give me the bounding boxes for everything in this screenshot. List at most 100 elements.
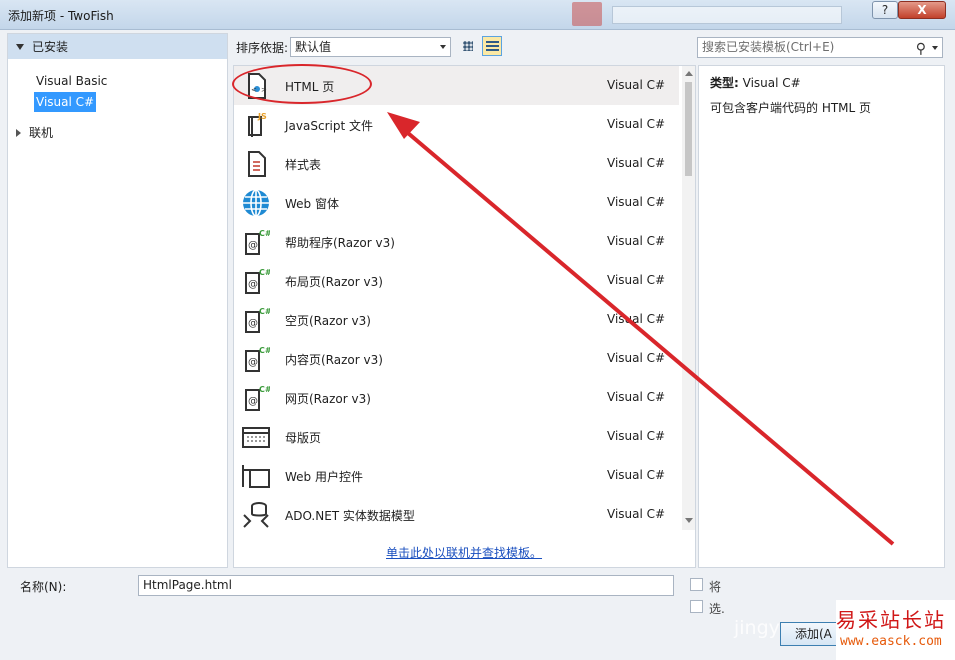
template-name: 布局页(Razor v3): [285, 275, 383, 289]
razor-cs-icon: @C#: [242, 345, 272, 373]
sort-value: 默认值: [295, 40, 332, 54]
template-list: < > HTML 页 Visual C# JS JavaScript 文件 Vis…: [233, 65, 696, 568]
type-label: 类型:: [710, 76, 739, 90]
svg-text:@: @: [248, 318, 258, 329]
background-search-ghost: [612, 6, 842, 24]
find-templates-online-link[interactable]: 单击此处以联机并查找模板。: [386, 544, 542, 561]
template-row[interactable]: 样式表 Visual C#: [234, 144, 679, 183]
checkbox-1-label: 将: [709, 580, 722, 594]
checkbox-2-label: 选.: [709, 602, 725, 616]
file-name-input[interactable]: HtmlPage.html: [138, 575, 674, 596]
help-button[interactable]: ?: [872, 1, 898, 19]
template-language: Visual C#: [607, 390, 666, 404]
list-view-button[interactable]: [482, 36, 502, 56]
svg-text:@: @: [248, 396, 258, 407]
svg-text:C#: C#: [259, 229, 270, 238]
template-language: Visual C#: [607, 117, 666, 131]
expand-triangle-icon: [16, 128, 21, 137]
master-page-icon: [242, 423, 270, 451]
scrollbar-thumb[interactable]: [685, 82, 692, 176]
template-row[interactable]: @C# 布局页(Razor v3) Visual C#: [234, 261, 679, 300]
template-name: 内容页(Razor v3): [285, 353, 383, 367]
template-row[interactable]: < > HTML 页 Visual C#: [234, 66, 679, 105]
template-row[interactable]: @C# 网页(Razor v3) Visual C#: [234, 378, 679, 417]
chevron-down-icon: [440, 45, 446, 49]
template-row[interactable]: @C# 帮助程序(Razor v3) Visual C#: [234, 222, 679, 261]
template-name: 空页(Razor v3): [285, 314, 371, 328]
svg-text:@: @: [248, 279, 258, 290]
checkbox-2[interactable]: [690, 600, 703, 613]
svg-text:C#: C#: [259, 268, 270, 277]
template-row[interactable]: Web 用户控件 Visual C#: [234, 456, 679, 495]
svg-text:C#: C#: [259, 385, 270, 394]
close-button[interactable]: X: [898, 1, 946, 19]
svg-text:>: >: [261, 86, 267, 94]
template-description: 可包含客户端代码的 HTML 页: [710, 101, 872, 115]
jingyan-watermark: jingy: [734, 617, 780, 639]
razor-cs-icon: @C#: [242, 267, 272, 295]
category-tree: 已安装 Visual Basic Visual C# 联机: [7, 33, 228, 568]
template-name: HTML 页: [285, 80, 335, 94]
template-language: Visual C#: [607, 312, 666, 326]
list-view-icon: [486, 41, 499, 52]
template-name: Web 用户控件: [285, 470, 363, 484]
svg-text:JS: JS: [257, 112, 267, 121]
template-language: Visual C#: [607, 195, 666, 209]
razor-cs-icon: @C#: [242, 306, 272, 334]
search-options-chevron-icon[interactable]: [932, 46, 938, 50]
user-control-icon: [242, 462, 270, 490]
razor-cs-icon: @C#: [242, 384, 272, 412]
scroll-down-arrow-icon[interactable]: [685, 518, 693, 523]
tree-item-online[interactable]: 联机: [16, 124, 53, 141]
template-language: Visual C#: [607, 507, 666, 521]
stylesheet-icon: [242, 150, 270, 178]
entity-model-icon: [242, 501, 270, 529]
svg-text:C#: C#: [259, 346, 270, 355]
template-row[interactable]: JS JavaScript 文件 Visual C#: [234, 105, 679, 144]
template-name: Web 窗体: [285, 197, 339, 211]
template-row[interactable]: @C# 空页(Razor v3) Visual C#: [234, 300, 679, 339]
template-name: 样式表: [285, 158, 322, 172]
template-language: Visual C#: [607, 78, 666, 92]
installed-header[interactable]: 已安装: [8, 34, 227, 59]
globe-icon: [242, 189, 270, 217]
type-value: Visual C#: [742, 76, 801, 90]
template-row[interactable]: @C# 内容页(Razor v3) Visual C#: [234, 339, 679, 378]
template-list-scrollbar[interactable]: [682, 66, 695, 530]
template-language: Visual C#: [607, 234, 666, 248]
add-new-item-dialog: 已安装 Visual Basic Visual C# 联机 排序依据: 默认值 …: [0, 30, 955, 660]
template-language: Visual C#: [607, 273, 666, 287]
html-page-icon: < >: [242, 72, 270, 100]
template-row[interactable]: Web 窗体 Visual C#: [234, 183, 679, 222]
site-watermark: 易采站长站 www.easck.com: [836, 600, 955, 660]
javascript-file-icon: JS: [242, 111, 270, 139]
template-language: Visual C#: [607, 156, 666, 170]
tree-item-visual-basic[interactable]: Visual Basic: [34, 71, 109, 91]
medium-icons-view-button[interactable]: [458, 36, 478, 56]
svg-text:<: <: [251, 86, 257, 94]
search-icon[interactable]: ⚲: [916, 40, 926, 59]
title-bar: 添加新项 - TwoFish ? X: [0, 0, 955, 30]
template-name: 网页(Razor v3): [285, 392, 371, 406]
razor-cs-icon: @C#: [242, 228, 272, 256]
checkbox-1[interactable]: [690, 578, 703, 591]
search-placeholder: 搜索已安装模板(Ctrl+E): [702, 40, 835, 54]
template-name: 帮助程序(Razor v3): [285, 236, 395, 250]
window-title: 添加新项 - TwoFish: [8, 9, 114, 23]
template-row[interactable]: 母版页 Visual C#: [234, 417, 679, 456]
scroll-up-arrow-icon[interactable]: [685, 71, 693, 76]
sort-dropdown[interactable]: 默认值: [290, 37, 451, 57]
tree-item-visual-csharp[interactable]: Visual C#: [34, 92, 97, 112]
template-language: Visual C#: [607, 351, 666, 365]
online-label: 联机: [29, 126, 54, 140]
svg-text:@: @: [248, 357, 258, 368]
grid-view-icon: [463, 41, 473, 51]
template-search-input[interactable]: 搜索已安装模板(Ctrl+E) ⚲: [697, 37, 943, 58]
background-window-ghost: [572, 2, 602, 26]
template-language: Visual C#: [607, 429, 666, 443]
template-details-panel: 类型: Visual C# 可包含客户端代码的 HTML 页: [698, 65, 945, 568]
watermark-url: www.easck.com: [840, 634, 942, 649]
collapse-triangle-icon: [16, 43, 24, 50]
name-label: 名称(N):: [20, 580, 67, 594]
template-row[interactable]: ADO.NET 实体数据模型 Visual C#: [234, 495, 679, 534]
